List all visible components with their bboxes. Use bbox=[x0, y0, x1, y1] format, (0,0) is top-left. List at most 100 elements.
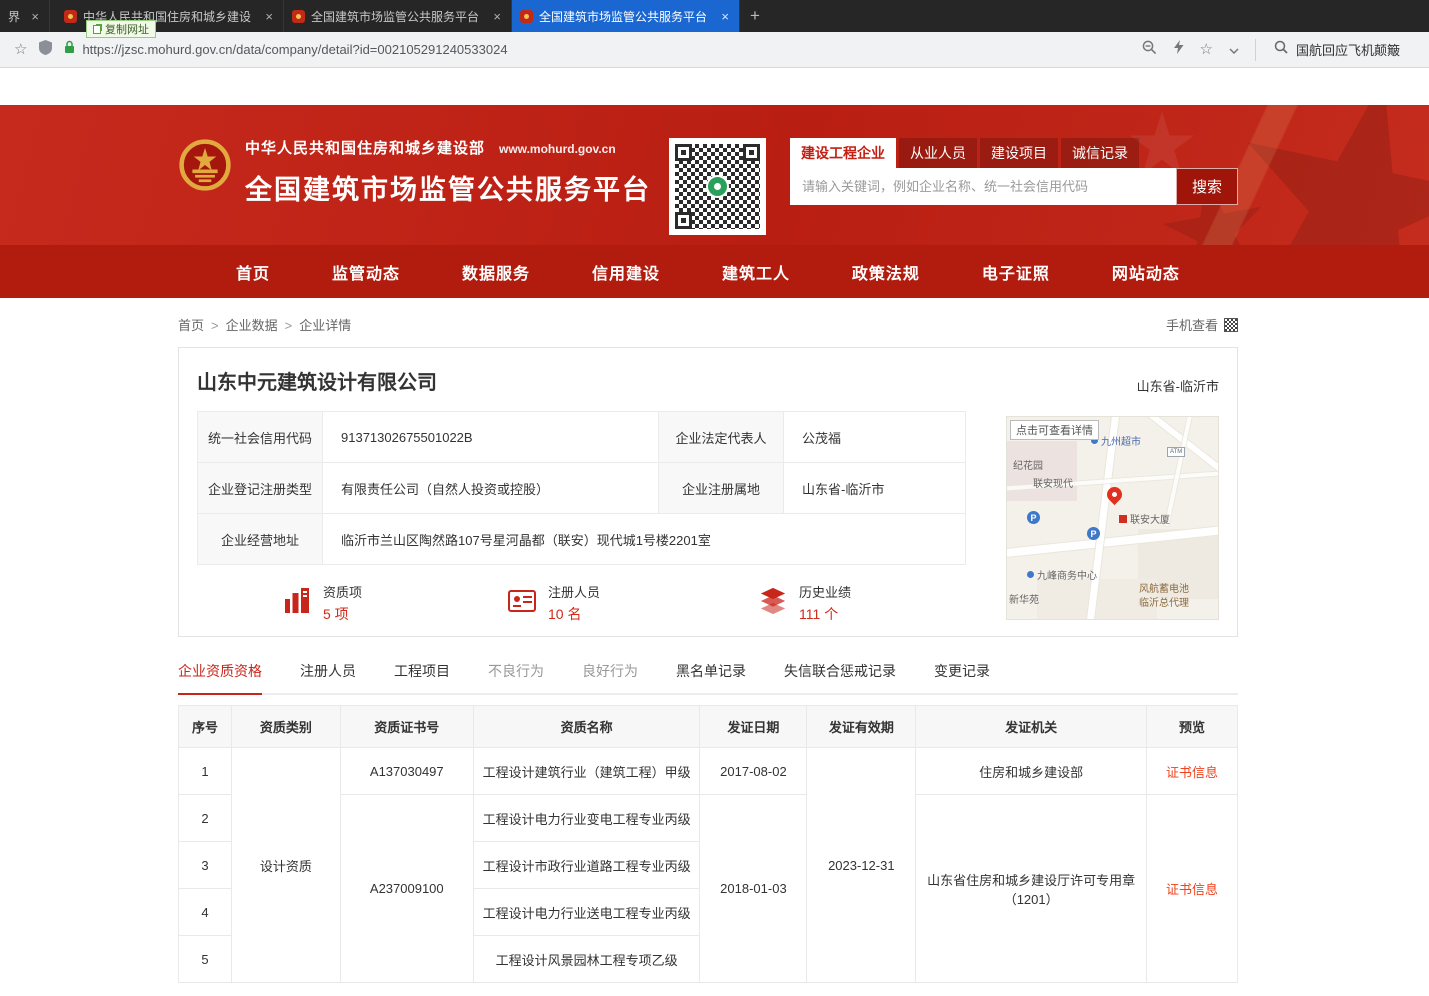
stat-registered-personnel[interactable]: 注册人员 10 名 bbox=[507, 582, 600, 624]
mobile-view-button[interactable]: 手机查看 bbox=[1166, 315, 1238, 334]
map-poi: 联安现代 bbox=[1033, 475, 1073, 490]
validity-cell: 2023-12-31 bbox=[807, 748, 916, 983]
qual-name-cell: 工程设计电力行业送电工程专业丙级 bbox=[473, 889, 700, 936]
browser-tab-jzsc-1[interactable]: 全国建筑市场监管公共服务平台 × bbox=[284, 0, 512, 32]
search-submit-button[interactable]: 搜索 bbox=[1176, 168, 1238, 205]
breadcrumb-company-data[interactable]: 企业数据 bbox=[226, 315, 300, 334]
url-text[interactable]: https://jzsc.mohurd.gov.cn/data/company/… bbox=[82, 42, 507, 57]
header-qr-code bbox=[669, 138, 766, 235]
stat-value: 111 个 bbox=[799, 604, 851, 624]
browser-tab-jzsc-active[interactable]: 全国建筑市场监管公共服务平台 × bbox=[512, 0, 740, 32]
browser-tab-partial[interactable]: 界 × bbox=[0, 0, 50, 32]
cert-no-cell: A237009100 bbox=[340, 795, 473, 983]
qr-code-icon bbox=[1224, 318, 1238, 332]
lightning-icon[interactable] bbox=[1173, 40, 1184, 59]
close-icon[interactable]: × bbox=[29, 9, 41, 24]
tab-change-records[interactable]: 变更记录 bbox=[934, 661, 990, 693]
tab-title: 全国建筑市场监管公共服务平台 bbox=[311, 8, 485, 25]
nav-item-site-news[interactable]: 网站动态 bbox=[1112, 260, 1180, 284]
page-top-gap bbox=[0, 68, 1429, 105]
favorite-star-icon[interactable]: ☆ bbox=[1200, 42, 1213, 57]
nav-item-supervision[interactable]: 监管动态 bbox=[332, 260, 400, 284]
bookmark-star-icon[interactable]: ☆ bbox=[14, 42, 27, 57]
qualification-table: 序号 资质类别 资质证书号 资质名称 发证日期 发证有效期 发证机关 预览 1 … bbox=[178, 705, 1238, 983]
browser-tab-bar: 界 × 中华人民共和国住房和城乡建设 × 全国建筑市场监管公共服务平台 × 全国… bbox=[0, 0, 1429, 32]
url-group[interactable]: https://jzsc.mohurd.gov.cn/data/company/… bbox=[64, 40, 507, 59]
col-qual-name: 资质名称 bbox=[473, 706, 700, 748]
search-tab-enterprise[interactable]: 建设工程企业 bbox=[790, 138, 896, 168]
tab-title: 界 bbox=[8, 8, 23, 25]
close-icon[interactable]: × bbox=[491, 9, 503, 24]
hot-search-text[interactable]: 国航回应飞机颠簸 bbox=[1296, 40, 1400, 59]
breadcrumb-home[interactable]: 首页 bbox=[178, 315, 226, 334]
map-poi: 九峰商务中心 bbox=[1027, 567, 1097, 582]
poi-label: 临沂总代理 bbox=[1139, 597, 1189, 611]
poi-label: 纪花园 bbox=[1013, 457, 1043, 472]
company-region: 山东省-临沂市 bbox=[1137, 376, 1219, 395]
detail-tabs: 企业资质资格 注册人员 工程项目 不良行为 良好行为 黑名单记录 失信联合惩戒记… bbox=[178, 661, 1238, 695]
main-navigation: 首页 监管动态 数据服务 信用建设 建筑工人 政策法规 电子证照 网站动态 bbox=[0, 245, 1429, 298]
authority-cell: 住房和城乡建设部 bbox=[916, 748, 1147, 795]
map-road bbox=[1106, 416, 1219, 501]
search-tab-project[interactable]: 建设项目 bbox=[980, 138, 1058, 168]
close-icon[interactable]: × bbox=[719, 9, 731, 24]
seq-cell: 2 bbox=[179, 795, 232, 842]
legal-rep-value: 公茂福 bbox=[784, 412, 966, 463]
tab-dishonesty-records[interactable]: 失信联合惩戒记录 bbox=[784, 661, 896, 693]
seq-cell: 3 bbox=[179, 842, 232, 889]
tab-registered-personnel[interactable]: 注册人员 bbox=[300, 661, 356, 693]
site-safety-icon[interactable] bbox=[39, 40, 52, 60]
location-map[interactable]: 点击可查看详情 九州超市 ATM 纪花园 联安现代 P P 联安大厦 九峰商务中… bbox=[1006, 416, 1219, 620]
nav-item-credit[interactable]: 信用建设 bbox=[592, 260, 660, 284]
category-cell: 设计资质 bbox=[231, 748, 340, 983]
breadcrumb: 首页 企业数据 企业详情 手机查看 bbox=[178, 315, 1238, 334]
search-tab-personnel[interactable]: 从业人员 bbox=[899, 138, 977, 168]
nav-item-data-service[interactable]: 数据服务 bbox=[462, 260, 530, 284]
nav-item-home[interactable]: 首页 bbox=[236, 260, 270, 284]
tab-projects[interactable]: 工程项目 bbox=[394, 661, 450, 693]
cert-info-link[interactable]: 证书信息 bbox=[1147, 748, 1238, 795]
qr-center-logo-icon bbox=[706, 175, 729, 198]
table-header-row: 序号 资质类别 资质证书号 资质名称 发证日期 发证有效期 发证机关 预览 bbox=[179, 706, 1238, 748]
address-value: 临沂市兰山区陶然路107号星河晶都（联安）现代城1号楼2201室 bbox=[323, 514, 966, 565]
tab-blacklist[interactable]: 黑名单记录 bbox=[676, 661, 746, 693]
credit-code-label: 统一社会信用代码 bbox=[198, 412, 323, 463]
reg-area-value: 山东省-临沂市 bbox=[784, 463, 966, 514]
poi-label: 联安大厦 bbox=[1130, 511, 1170, 526]
stat-qualifications[interactable]: 资质项 5 项 bbox=[282, 582, 362, 624]
ministry-name: 中华人民共和国住房和城乡建设部 bbox=[245, 137, 485, 158]
cert-info-link[interactable]: 证书信息 bbox=[1147, 795, 1238, 983]
close-icon[interactable]: × bbox=[263, 9, 275, 24]
keyword-search-input[interactable] bbox=[790, 168, 1176, 205]
col-seq: 序号 bbox=[179, 706, 232, 748]
poi-label: 九州超市 bbox=[1101, 433, 1141, 448]
new-tab-button[interactable]: + bbox=[740, 0, 770, 32]
seq-cell: 1 bbox=[179, 748, 232, 795]
col-issue-date: 发证日期 bbox=[700, 706, 807, 748]
map-poi: 纪花园 bbox=[1013, 457, 1043, 472]
stat-value: 10 名 bbox=[548, 604, 600, 624]
site-favicon-icon bbox=[292, 10, 305, 23]
ministry-url: www.mohurd.gov.cn bbox=[499, 142, 616, 156]
zoom-icon[interactable] bbox=[1142, 40, 1157, 60]
reg-type-label: 企业登记注册类型 bbox=[198, 463, 323, 514]
chevron-down-icon[interactable] bbox=[1229, 41, 1239, 59]
search-tab-credit[interactable]: 诚信记录 bbox=[1061, 138, 1139, 168]
tab-good-behavior[interactable]: 良好行为 bbox=[582, 661, 638, 693]
national-emblem-icon bbox=[178, 137, 232, 198]
stat-historical-performance[interactable]: 历史业绩 111 个 bbox=[758, 582, 851, 624]
site-header: 中华人民共和国住房和城乡建设部 www.mohurd.gov.cn 全国建筑市场… bbox=[0, 105, 1429, 245]
tab-qualifications[interactable]: 企业资质资格 bbox=[178, 661, 262, 695]
mobile-view-label: 手机查看 bbox=[1166, 315, 1218, 334]
copy-url-tooltip[interactable]: 复制网址 bbox=[86, 20, 156, 38]
tab-bad-behavior[interactable]: 不良行为 bbox=[488, 661, 544, 693]
stat-label: 历史业绩 bbox=[799, 582, 851, 601]
nav-item-workers[interactable]: 建筑工人 bbox=[722, 260, 790, 284]
map-poi: 新华苑 bbox=[1009, 591, 1039, 606]
nav-item-e-license[interactable]: 电子证照 bbox=[982, 260, 1050, 284]
browser-search-box[interactable]: 国航回应飞机颠簸 bbox=[1255, 39, 1415, 61]
map-hint: 点击可查看详情 bbox=[1010, 420, 1099, 440]
layers-icon bbox=[758, 586, 788, 621]
seq-cell: 4 bbox=[179, 889, 232, 936]
nav-item-policy[interactable]: 政策法规 bbox=[852, 260, 920, 284]
